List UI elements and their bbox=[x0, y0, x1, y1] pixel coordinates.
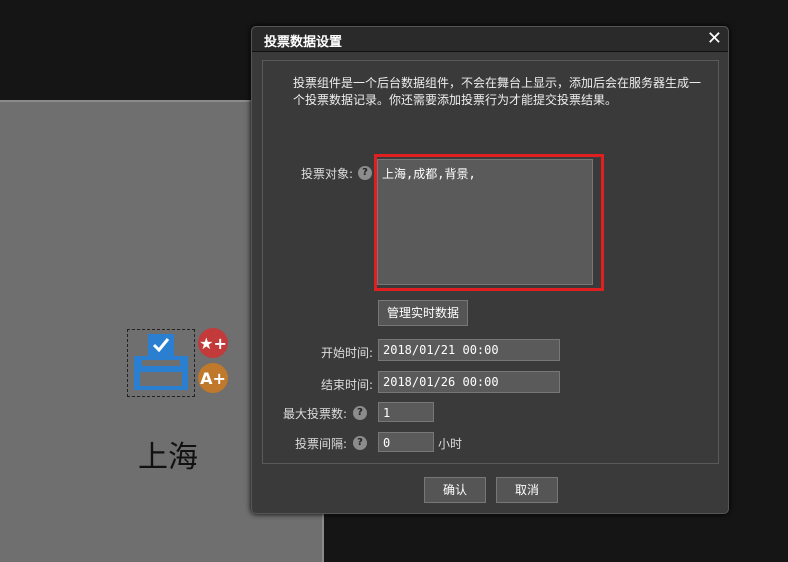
interval-unit-label: 小时 bbox=[438, 437, 463, 451]
description-text: 投票组件是一个后台数据组件，不会在舞台上显示，添加后会在服务器生成一个投票数据记… bbox=[293, 76, 702, 107]
settings-group: 投票组件是一个后台数据组件，不会在舞台上显示，添加后会在服务器生成一个投票数据记… bbox=[262, 60, 719, 464]
favorite-add-icon[interactable]: ★+ bbox=[198, 328, 228, 358]
start-time-input[interactable]: 2018/01/21 00:00 bbox=[378, 339, 560, 361]
vote-settings-dialog: 投票数据设置 ✕ 投票组件是一个后台数据组件，不会在舞台上显示，添加后会在服务器… bbox=[251, 26, 729, 514]
end-time-input[interactable]: 2018/01/26 00:00 bbox=[378, 371, 560, 393]
text-add-icon[interactable]: A+ bbox=[198, 363, 228, 393]
dialog-title: 投票数据设置 bbox=[264, 35, 343, 50]
help-icon[interactable]: ? bbox=[358, 166, 372, 180]
vote-target-label: 投票对象: bbox=[300, 167, 353, 181]
max-votes-label: 最大投票数: bbox=[282, 407, 347, 421]
dialog-header: 投票数据设置 ✕ bbox=[252, 27, 728, 52]
close-icon[interactable]: ✕ bbox=[707, 28, 722, 49]
confirm-button[interactable]: 确认 bbox=[424, 477, 486, 503]
vote-interval-label: 投票间隔: bbox=[294, 437, 347, 451]
max-votes-input[interactable]: 1 bbox=[378, 402, 434, 422]
help-icon[interactable]: ? bbox=[353, 436, 367, 450]
end-time-label: 结束时间: bbox=[320, 378, 373, 392]
cancel-button[interactable]: 取消 bbox=[496, 477, 558, 503]
help-icon[interactable]: ? bbox=[353, 406, 367, 420]
manage-realtime-data-button[interactable]: 管理实时数据 bbox=[378, 300, 468, 326]
vote-component-icon[interactable] bbox=[127, 329, 195, 397]
start-time-label: 开始时间: bbox=[320, 346, 373, 360]
vote-interval-input[interactable]: 0 bbox=[378, 432, 434, 452]
vote-target-textarea[interactable]: 上海,成都,背景, bbox=[377, 159, 593, 285]
